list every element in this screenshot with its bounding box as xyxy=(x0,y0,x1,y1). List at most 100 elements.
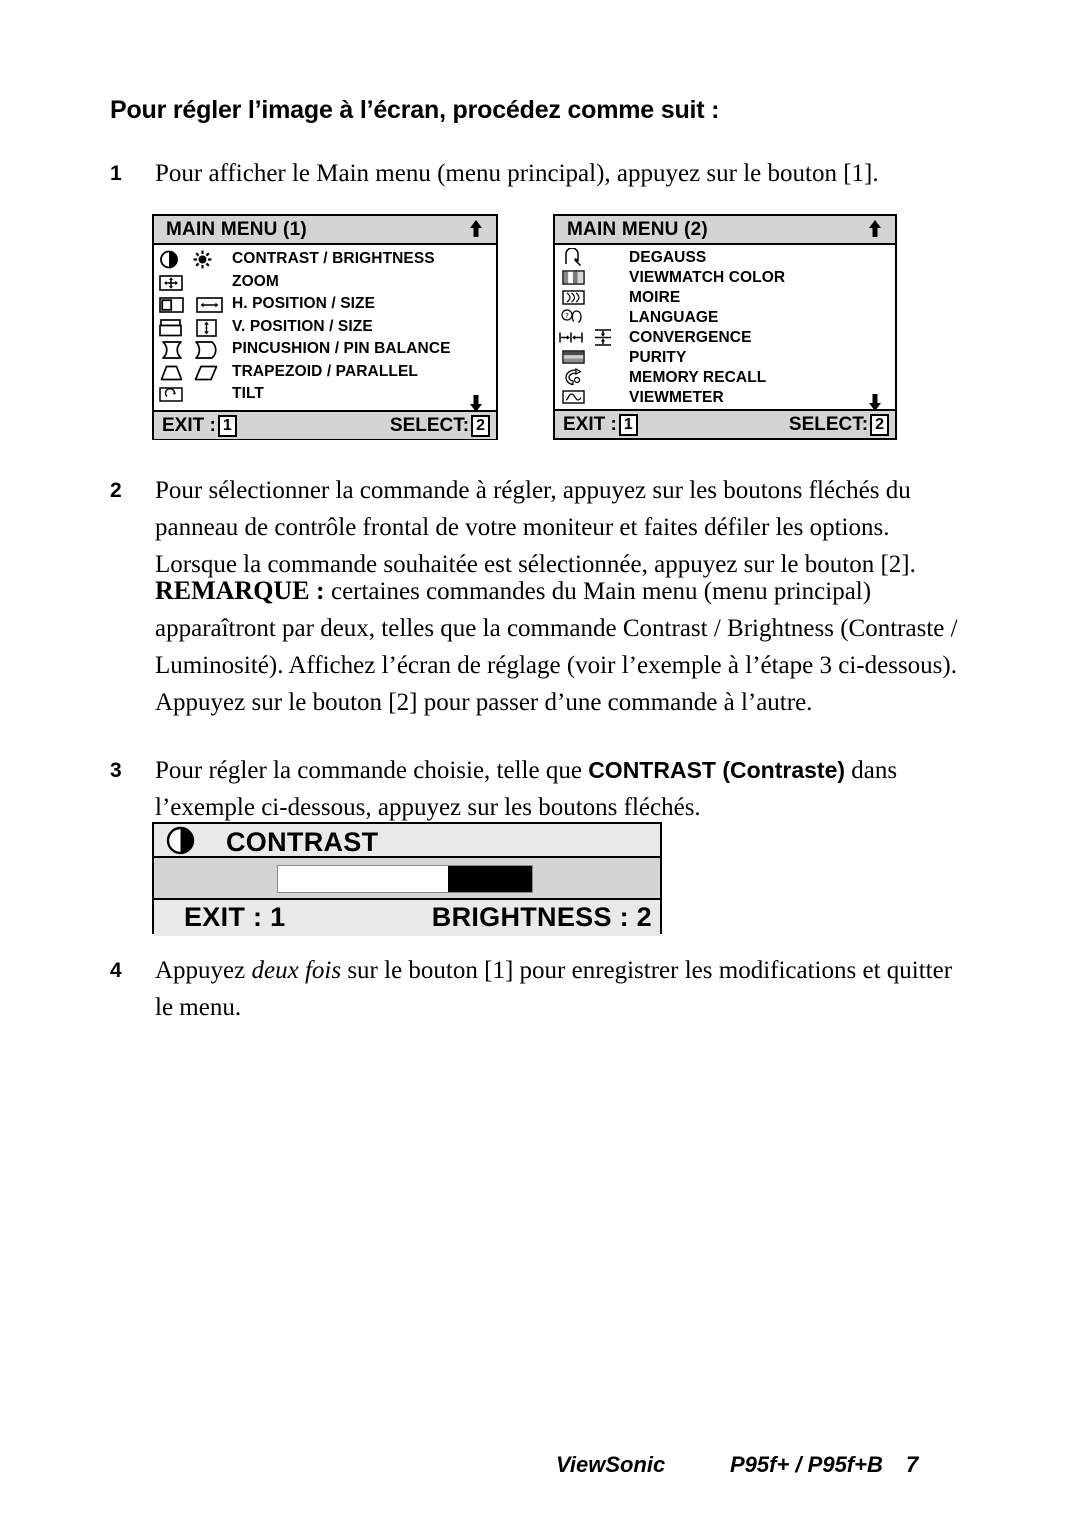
step-4-text-before: Appuyez xyxy=(155,957,252,984)
osd-menu-1-footer: EXIT :1 SELECT: 2 xyxy=(154,410,496,439)
document-page: Pour régler l’image à l’écran, procédez … xyxy=(0,0,1080,1528)
v-size-icon xyxy=(196,318,217,337)
osd-row-moire[interactable]: MOIRE xyxy=(555,287,895,307)
osd-menu-2-exit[interactable]: EXIT :1 xyxy=(563,414,638,436)
step-1-number: 1 xyxy=(110,162,122,185)
osd-menu-1-rows: CONTRAST / BRIGHTNESS ZOOM H. POSITION /… xyxy=(154,245,496,412)
osd-row-purity[interactable]: PURITY xyxy=(555,347,895,367)
osd-row-convergence[interactable]: CONVERGENCE xyxy=(555,327,895,347)
step-1-text: Pour afficher le Main menu (menu princip… xyxy=(155,160,879,187)
osd-row-label: TRAPEZOID / PARALLEL xyxy=(232,362,418,380)
step-3-number: 3 xyxy=(110,759,122,782)
osd-menu-1-select-key: 2 xyxy=(471,415,490,437)
viewmeter-icon xyxy=(562,390,585,404)
osd-row-memory-recall[interactable]: MEMORY RECALL xyxy=(555,367,895,387)
step-4: 4 Appuyez deux fois sur le bouton [1] po… xyxy=(110,952,970,1026)
osd-menu-1-select[interactable]: SELECT: 2 xyxy=(390,415,490,437)
osd-row-label: V. POSITION / SIZE xyxy=(232,317,373,335)
osd-row-label: MEMORY RECALL xyxy=(629,369,767,386)
osd-main-menu-2[interactable]: MAIN MENU (2) DEGAUSS VIEWMATCH COLOR MO… xyxy=(553,214,897,440)
step-2-text: Pour sélectionner la commande à régler, … xyxy=(155,477,916,578)
note-label: REMARQUE : xyxy=(155,576,325,605)
osd-row-contrast-brightness[interactable]: CONTRAST / BRIGHTNESS xyxy=(154,248,496,271)
osd-row-zoom[interactable]: ZOOM xyxy=(154,271,496,294)
pincushion-icon xyxy=(161,341,183,359)
osd-row-language[interactable]: ? LANGUAGE xyxy=(555,307,895,327)
v-position-icon xyxy=(159,318,182,337)
osd-row-label: PINCUSHION / PIN BALANCE xyxy=(232,340,451,357)
purity-icon xyxy=(562,350,585,364)
viewmatch-color-icon xyxy=(562,270,585,285)
step-1: 1 Pour afficher le Main menu (menu princ… xyxy=(110,155,970,192)
h-position-icon xyxy=(159,297,184,313)
step-4-text: Appuyez deux fois sur le bouton [1] pour… xyxy=(155,952,970,1026)
osd-row-label: DEGAUSS xyxy=(629,249,707,266)
osd-contrast-slider-area[interactable] xyxy=(154,858,660,900)
osd-contrast-panel[interactable]: CONTRAST EXIT : 1 BRIGHTNESS : 2 xyxy=(152,822,662,936)
osd-menu-1-select-label: SELECT: xyxy=(389,415,470,436)
page-footer: ViewSonic P95f+ / P95f+B 7 xyxy=(0,1452,1080,1486)
pin-balance-icon xyxy=(194,341,218,359)
h-convergence-icon xyxy=(558,331,584,344)
memory-recall-icon xyxy=(563,368,584,387)
svg-text:?: ? xyxy=(565,312,569,320)
step-2-number: 2 xyxy=(110,479,122,502)
osd-menu-2-rows: DEGAUSS VIEWMATCH COLOR MOIRE ? LANGUAGE… xyxy=(555,245,895,411)
step-3-text-before: Pour régler la commande choisie, telle q… xyxy=(155,757,589,784)
scroll-up-arrow-icon[interactable] xyxy=(468,219,484,239)
osd-menu-2-select-key: 2 xyxy=(870,414,889,436)
osd-contrast-brightness[interactable]: BRIGHTNESS : 2 xyxy=(432,902,652,933)
osd-row-h-position-size[interactable]: H. POSITION / SIZE xyxy=(154,293,496,316)
osd-row-tilt[interactable]: TILT xyxy=(154,383,496,406)
osd-menu-1-title: MAIN MENU (1) xyxy=(166,219,307,240)
osd-row-label: TILT xyxy=(232,385,264,402)
trapezoid-icon xyxy=(160,365,183,381)
parallel-icon xyxy=(194,365,218,381)
step-4-number: 4 xyxy=(110,959,122,982)
osd-contrast-header: CONTRAST xyxy=(154,824,660,858)
osd-menu-2-exit-key: 1 xyxy=(618,414,638,436)
v-convergence-icon xyxy=(593,328,613,347)
osd-row-label: LANGUAGE xyxy=(629,309,719,326)
osd-row-label: CONTRAST / BRIGHTNESS xyxy=(232,250,435,267)
osd-menu-2-exit-label: EXIT : xyxy=(563,414,617,435)
contrast-icon xyxy=(166,826,195,855)
contrast-slider[interactable] xyxy=(277,865,533,893)
osd-row-degauss[interactable]: DEGAUSS xyxy=(555,247,895,267)
page-title: Pour régler l’image à l’écran, procédez … xyxy=(110,96,720,124)
osd-menu-2-title: MAIN MENU (2) xyxy=(567,219,708,240)
osd-main-menu-1[interactable]: MAIN MENU (1) CONTRAST / BRIGHTNESS ZOOM… xyxy=(152,214,498,440)
osd-menu-1-titlebar: MAIN MENU (1) xyxy=(154,216,496,245)
moire-icon xyxy=(562,290,585,305)
osd-row-label: MOIRE xyxy=(629,289,681,306)
osd-row-viewmatch-color[interactable]: VIEWMATCH COLOR xyxy=(555,267,895,287)
osd-menu-2-titlebar: MAIN MENU (2) xyxy=(555,216,895,245)
osd-row-trapezoid-parallel[interactable]: TRAPEZOID / PARALLEL xyxy=(154,361,496,384)
osd-menu-1-exit[interactable]: EXIT :1 xyxy=(162,415,237,437)
osd-row-label: H. POSITION / SIZE xyxy=(232,295,376,312)
osd-row-label: VIEWMETER xyxy=(629,389,724,406)
step-2-note: REMARQUE : certaines commandes du Main m… xyxy=(155,572,975,721)
language-icon: ? xyxy=(561,308,587,326)
h-size-icon xyxy=(196,297,223,313)
degauss-icon xyxy=(563,248,583,267)
osd-row-label: VIEWMATCH COLOR xyxy=(629,269,786,286)
osd-menu-1-exit-label: EXIT : xyxy=(162,415,216,436)
osd-row-v-position-size[interactable]: V. POSITION / SIZE xyxy=(154,316,496,339)
footer-brand: ViewSonic xyxy=(556,1452,666,1477)
step-3-text: Pour régler la commande choisie, telle q… xyxy=(155,752,970,826)
osd-menu-2-select[interactable]: SELECT: 2 xyxy=(789,414,889,436)
brightness-icon xyxy=(192,250,213,269)
osd-menu-1-exit-key: 1 xyxy=(217,415,237,437)
osd-contrast-title: CONTRAST xyxy=(226,827,379,857)
scroll-up-arrow-icon[interactable] xyxy=(867,219,883,239)
osd-row-pincushion-pin-balance[interactable]: PINCUSHION / PIN BALANCE xyxy=(154,338,496,361)
osd-row-label: CONVERGENCE xyxy=(629,329,752,346)
footer-page-number: 7 xyxy=(906,1452,919,1477)
osd-row-viewmeter[interactable]: VIEWMETER xyxy=(555,387,895,407)
step-3: 3 Pour régler la commande choisie, telle… xyxy=(110,752,970,826)
zoom-icon xyxy=(159,274,183,291)
osd-contrast-exit[interactable]: EXIT : 1 xyxy=(184,902,285,933)
footer-model: P95f+ / P95f+B xyxy=(730,1452,883,1477)
step-2: 2 Pour sélectionner la commande à régler… xyxy=(110,472,970,583)
